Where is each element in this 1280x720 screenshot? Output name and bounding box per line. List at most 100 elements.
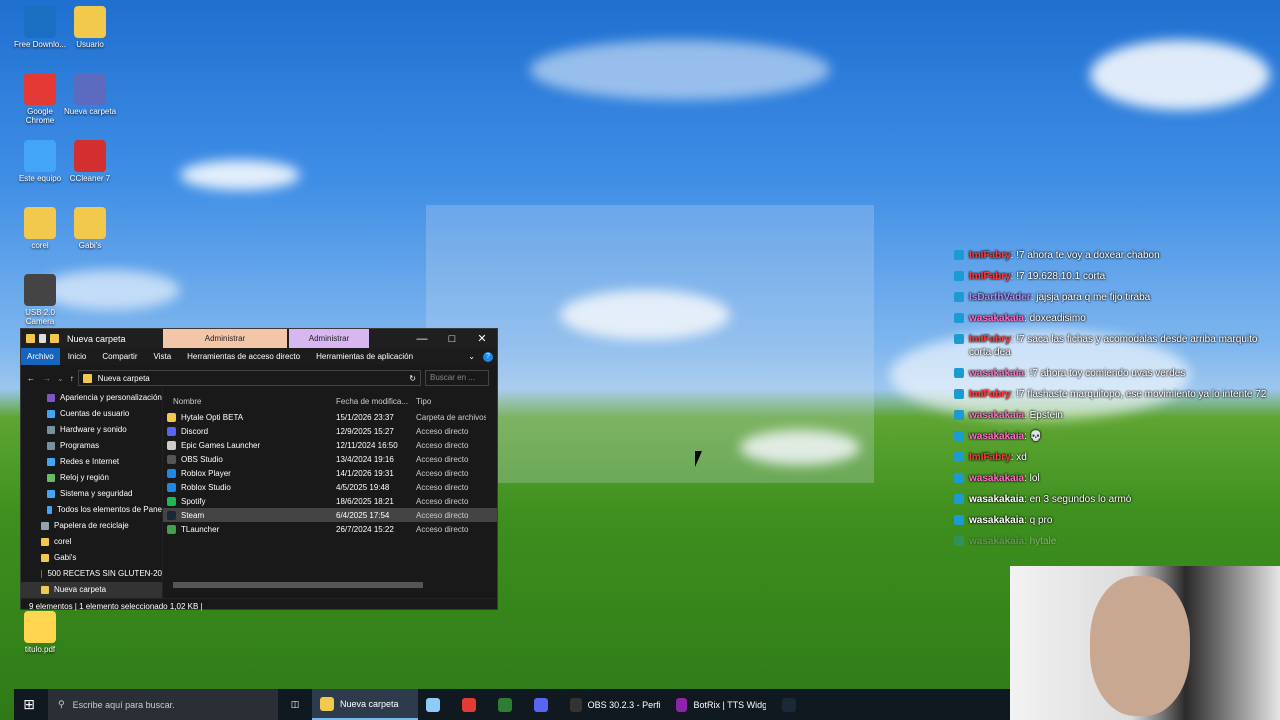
nav-item[interactable]: Hardware y sonido (21, 422, 162, 438)
file-name: TLauncher (163, 524, 336, 534)
context-tab-manage[interactable]: Administrar (163, 329, 287, 348)
taskbar-app-button[interactable]: Nueva carpeta (312, 689, 418, 720)
folder-icon (82, 373, 92, 383)
desktop-icon[interactable]: CCleaner 7 (62, 140, 118, 183)
file-type: Acceso directo (416, 468, 469, 478)
desktop-icon[interactable]: titulo.pdf (12, 611, 68, 654)
desktop-icon[interactable]: Gabi's (62, 207, 118, 250)
refresh-icon[interactable]: ↻ (409, 374, 416, 383)
file-name-text: Roblox Player (181, 468, 231, 478)
taskbar-app-button[interactable] (526, 689, 562, 720)
chat-message: wasakakaia: lol (954, 472, 1280, 485)
file-row[interactable]: Spotify 18/6/2025 18:21 Acceso directo (163, 494, 497, 508)
nav-item[interactable]: Redes e Internet (21, 454, 162, 470)
address-bar-row: ← → ⌄ ↑ Nueva carpeta ↻ Buscar en ... (21, 368, 497, 388)
chat-message: wasakakaia: q pro (954, 514, 1280, 527)
tab-app-tools[interactable]: Herramientas de aplicación (308, 352, 421, 361)
file-row[interactable]: Roblox Player 14/1/2026 19:31 Acceso direc… (163, 466, 497, 480)
taskbar-app-button[interactable] (454, 689, 490, 720)
nav-item-icon (47, 410, 55, 418)
taskbar-app-button[interactable] (774, 689, 810, 720)
nav-item[interactable]: Apariencia y personalización (21, 390, 162, 406)
taskbar-app-button[interactable] (418, 689, 454, 720)
chat-message: wasakakaia: !7 ahora toy comiendo uvas v… (954, 367, 1280, 380)
quick-access-icon[interactable] (39, 334, 46, 343)
tab-archivo[interactable]: Archivo (21, 348, 60, 365)
task-view-icon[interactable]: ◫ (278, 699, 312, 710)
nav-item-icon (47, 474, 55, 482)
desktop-icon[interactable]: Free Downlo... (12, 6, 68, 49)
desktop-icon-label: Este equipo (18, 174, 62, 183)
chat-username: wasakakaia (969, 313, 1025, 324)
file-row[interactable]: TLauncher 26/7/2024 15:22 Acceso directo (163, 522, 497, 536)
help-icon[interactable]: ? (483, 351, 493, 362)
desktop-icon[interactable]: Nueva carpeta (62, 73, 118, 116)
nav-item-label: Sistema y seguridad (60, 489, 133, 498)
taskbar-search[interactable]: ⚲ Escribe aquí para buscar. (48, 689, 278, 720)
search-input[interactable]: Buscar en ... (425, 370, 489, 386)
file-date: 12/11/2024 16:50 (336, 440, 398, 450)
file-row[interactable]: OBS Studio 13/4/2024 19:16 Acceso directo (163, 452, 497, 466)
title-bar[interactable]: Nueva carpeta Administrar Administrar — … (21, 329, 497, 348)
nav-item[interactable]: Programas (21, 438, 162, 454)
nav-item[interactable]: Gabi's (21, 550, 162, 566)
nav-item[interactable]: 500 RECETAS SIN GLUTEN-20 (21, 566, 162, 582)
maximize-icon[interactable]: □ (437, 333, 467, 345)
taskbar-app-button[interactable] (490, 689, 526, 720)
file-row[interactable]: Hytale Opti BETA 15/1/2026 23:37 Carpeta d… (163, 410, 497, 424)
address-field[interactable]: Nueva carpeta ↻ (77, 370, 421, 386)
nav-item[interactable]: Reloj y región (21, 470, 162, 486)
nav-item[interactable]: Todos los elementos de Pane (21, 502, 162, 518)
taskbar-app-label: OBS 30.2.3 - Perfil: ... (587, 699, 660, 710)
chat-text: : 💀 (1024, 431, 1043, 442)
minimize-icon[interactable]: — (407, 333, 437, 345)
chevron-down-icon[interactable]: ⌄ (460, 352, 483, 361)
windows-start-icon[interactable]: ⊞ (14, 696, 44, 713)
file-name: Steam (163, 510, 336, 520)
forward-icon[interactable]: → (43, 374, 51, 383)
file-row[interactable]: Epic Games Launcher 12/11/2024 16:50 Acces… (163, 438, 497, 452)
tab-vista[interactable]: Vista (146, 352, 180, 361)
taskbar-app-button[interactable]: BotRix | TTS Widget... (668, 689, 774, 720)
tab-compartir[interactable]: Compartir (94, 352, 145, 361)
context-tab-manage-app[interactable]: Administrar (289, 329, 369, 348)
chevron-down-icon[interactable]: ⌄ (57, 374, 64, 383)
desktop-icon[interactable]: corel (12, 207, 68, 250)
nav-item-label: 500 RECETAS SIN GLUTEN-20 (47, 569, 162, 578)
desktop-icon[interactable]: Google Chrome (12, 73, 68, 125)
close-icon[interactable]: ✕ (467, 332, 497, 345)
horizontal-scrollbar[interactable] (173, 582, 423, 588)
file-row[interactable]: Discord 12/9/2025 15:27 Acceso directo (163, 424, 497, 438)
nav-item[interactable]: Sistema y seguridad (21, 486, 162, 502)
nav-item[interactable]: Nueva carpeta (21, 582, 162, 598)
chat-badge-icon (954, 473, 964, 483)
file-row[interactable]: Steam 6/4/2025 17:54 Acceso directo (163, 508, 497, 522)
nav-item-label: Papelera de reciclaje (54, 521, 129, 530)
column-headers: Nombre Fecha de modifica... Tipo (163, 392, 497, 410)
chat-message: wasakakaia: doxeadisimo (954, 312, 1280, 325)
desktop-icon-label: Nueva carpeta (63, 107, 117, 116)
tab-inicio[interactable]: Inicio (60, 352, 95, 361)
chat-text: : lol (1024, 473, 1040, 484)
nav-item[interactable]: corel (21, 534, 162, 550)
desktop-icon[interactable]: USB 2.0 Camera (12, 274, 68, 326)
file-explorer-window[interactable]: Nueva carpeta Administrar Administrar — … (20, 328, 498, 611)
cloud (530, 40, 830, 100)
tab-shortcut-tools[interactable]: Herramientas de acceso directo (179, 352, 308, 361)
breadcrumb[interactable]: Nueva carpeta (98, 374, 150, 383)
file-row[interactable]: Roblox Studio 4/5/2025 19:48 Acceso direct… (163, 480, 497, 494)
app-icon (24, 611, 56, 643)
desktop-icon-label: titulo.pdf (24, 645, 56, 654)
file-name: Discord (163, 426, 336, 436)
column-date[interactable]: Fecha de modifica... (336, 397, 416, 406)
nav-item[interactable]: Papelera de reciclaje (21, 518, 162, 534)
taskbar-app-button[interactable]: OBS 30.2.3 - Perfil: ... (562, 689, 668, 720)
column-type[interactable]: Tipo (416, 397, 486, 406)
up-icon[interactable]: ↑ (70, 374, 74, 383)
nav-item[interactable]: Cuentas de usuario (21, 406, 162, 422)
back-icon[interactable]: ← (27, 374, 35, 383)
chat-username: wasakakaia (969, 473, 1025, 484)
desktop-icon[interactable]: Usuario (62, 6, 118, 49)
column-name[interactable]: Nombre (163, 397, 336, 406)
desktop-icon[interactable]: Este equipo (12, 140, 68, 183)
